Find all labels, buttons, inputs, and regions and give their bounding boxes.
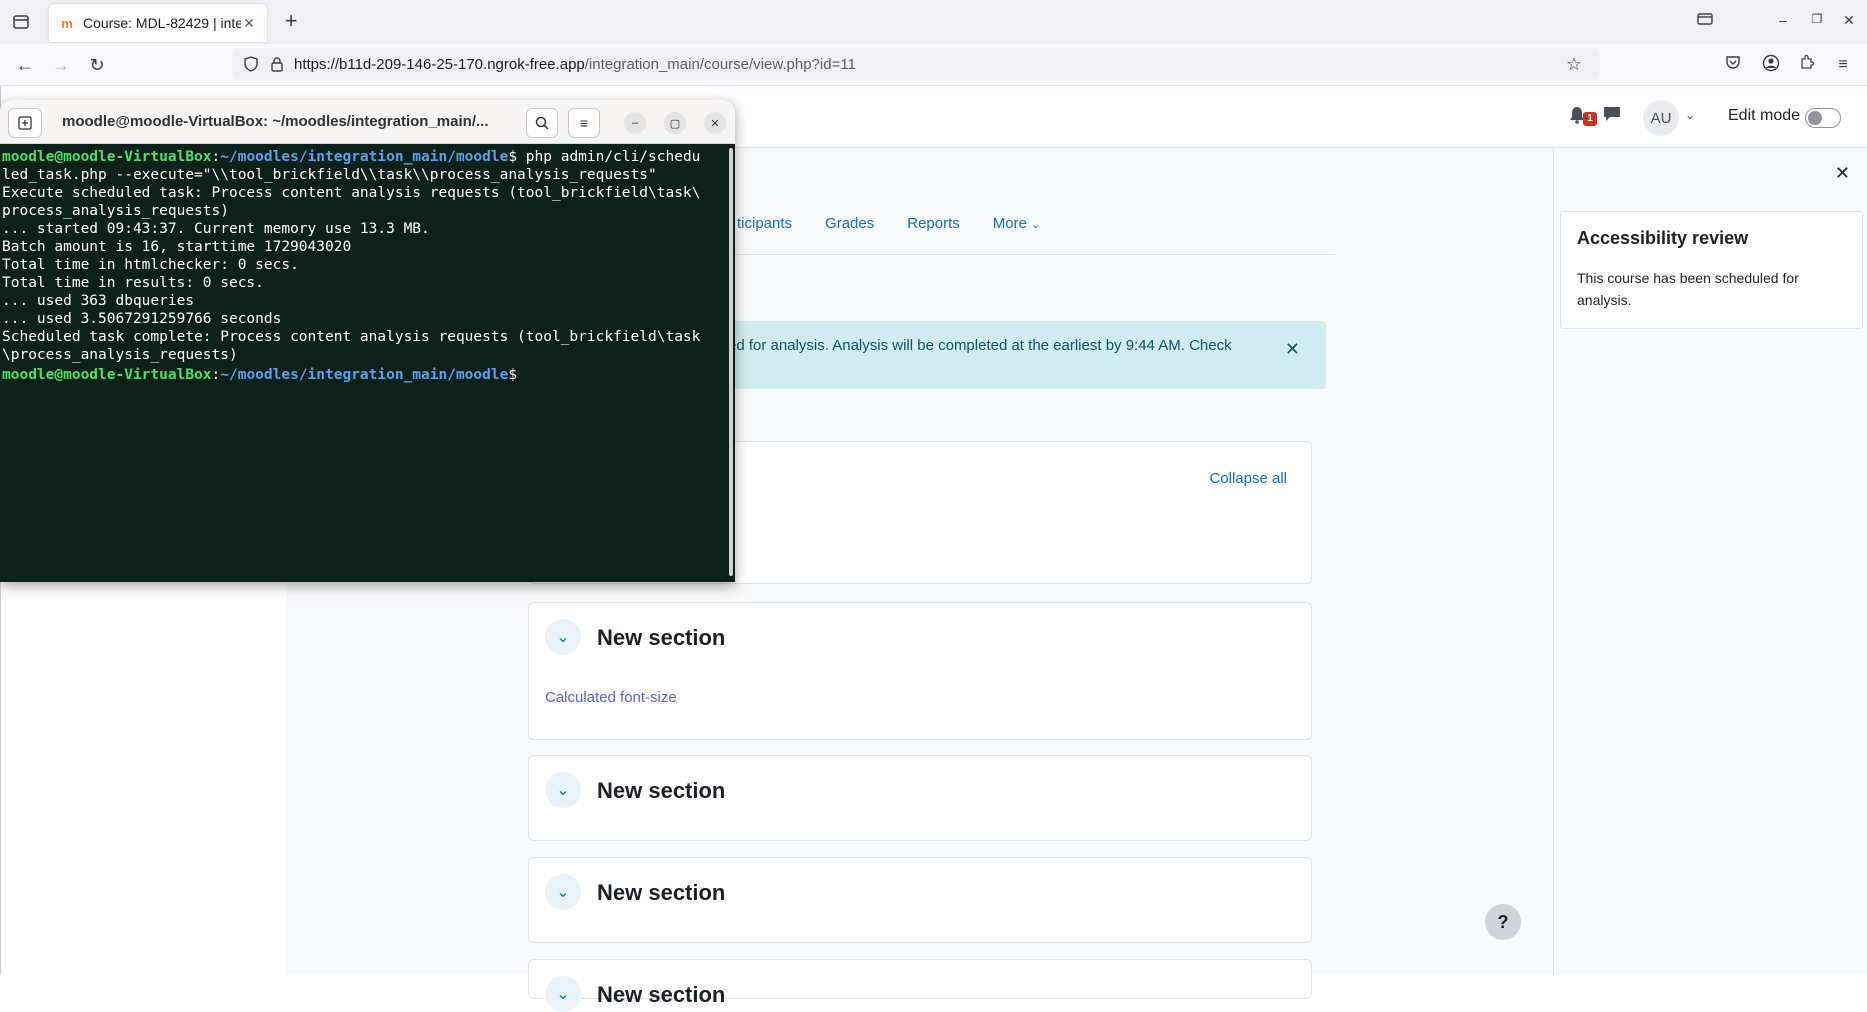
terminal-command: php admin/cli/schedu	[517, 149, 701, 165]
bookmark-star-icon[interactable]: ☆	[1566, 54, 1582, 75]
prompt-user: moodle@moodle-VirtualBox	[2, 367, 212, 383]
terminal-line: Batch amount is 16, starttime 1729043020	[2, 239, 352, 255]
lock-icon[interactable]	[268, 55, 286, 73]
section-collapse-icon[interactable]: ⌄	[545, 874, 581, 910]
terminal-cursor	[517, 364, 519, 379]
tab-overview-icon[interactable]	[1694, 12, 1716, 32]
account-icon[interactable]	[1760, 54, 1782, 76]
terminal-line: process_analysis_requests)	[2, 203, 229, 219]
block-body: This course has been scheduled for analy…	[1577, 270, 1799, 308]
url-bar[interactable]: https://b11d-209-146-25-170.ngrok-free.a…	[232, 48, 1600, 80]
url-path: /integration_main/course/view.php?id=11	[584, 55, 856, 73]
reload-icon[interactable]: ↻	[86, 54, 108, 76]
terminal-close-icon[interactable]: ✕	[704, 112, 726, 134]
right-drawer: ✕ Accessibility review This course has b…	[1553, 149, 1867, 975]
terminal-output[interactable]: moodle@moodle-VirtualBox:~/moodles/integ…	[0, 144, 727, 582]
section-collapse-icon[interactable]: ⌄	[545, 772, 581, 808]
forward-icon[interactable]: →	[50, 54, 72, 76]
collapse-all-link[interactable]: Collapse all	[1209, 470, 1287, 487]
section-title: New section	[597, 778, 726, 803]
section-title: New section	[597, 982, 726, 1007]
terminal-line: Scheduled task complete: Process content…	[2, 329, 701, 345]
section-title: New section	[597, 880, 726, 905]
terminal-titlebar[interactable]: moodle@moodle-VirtualBox: ~/moodles/inte…	[0, 100, 735, 144]
activity-link[interactable]: Calculated font-size	[545, 689, 677, 706]
nav-more-label: More	[992, 215, 1027, 232]
block-heading: Accessibility review	[1577, 228, 1749, 248]
nav-grades[interactable]: Grades	[825, 215, 874, 245]
course-section: ⌄ New section	[528, 857, 1312, 943]
terminal-line: ... started 09:43:37. Current memory use…	[2, 221, 430, 237]
terminal-scrollbar[interactable]	[727, 144, 735, 582]
restore-icon[interactable]: ❐	[1806, 12, 1828, 32]
terminal-prompt-line: moodle@moodle-VirtualBox:~/moodles/integ…	[2, 149, 701, 165]
url-host: https://b11d-209-146-25-170.ngrok-free.a…	[294, 55, 585, 73]
tab-list-icon[interactable]	[10, 12, 32, 32]
prompt-path: ~/moodles/integration_main/moodle	[220, 367, 509, 383]
terminal-menu-icon[interactable]: ≡	[568, 108, 600, 138]
browser-nav-bar: ← → ↻ https://b11d-209-146-25-170.ngrok-…	[0, 44, 1867, 86]
edit-mode-toggle[interactable]	[1805, 108, 1841, 128]
alert-close-icon[interactable]: ✕	[1285, 339, 1300, 360]
moodle-favicon-icon: m	[61, 15, 73, 31]
chevron-down-icon[interactable]: ⌄	[1685, 108, 1695, 122]
terminal-window[interactable]: moodle@moodle-VirtualBox: ~/moodles/inte…	[0, 100, 735, 582]
notification-count-badge: 1	[1583, 112, 1597, 126]
user-avatar[interactable]: AU	[1643, 100, 1679, 136]
terminal-prompt-line: moodle@moodle-VirtualBox:~/moodles/integ…	[2, 364, 725, 384]
terminal-minimize-icon[interactable]: –	[624, 112, 646, 134]
nav-more[interactable]: More ⌄	[993, 215, 1041, 245]
course-section: ⌄ New section Calculated font-size	[528, 602, 1312, 740]
tab-title: Course: MDL-82429 | inte	[83, 15, 241, 31]
terminal-search-icon[interactable]	[526, 108, 558, 138]
tab-close-icon[interactable]: ✕	[241, 15, 257, 32]
browser-tab-bar: m Course: MDL-82429 | inte ✕ + – ❐ ✕	[0, 0, 1867, 44]
edit-mode-label: Edit mode	[1728, 107, 1801, 124]
terminal-title: moodle@moodle-VirtualBox: ~/moodles/inte…	[62, 113, 489, 130]
browser-tab-active[interactable]: m Course: MDL-82429 | inte ✕	[49, 4, 267, 42]
course-secondary-nav: ticipants Grades Reports More ⌄	[737, 215, 1073, 245]
new-tab-icon[interactable]: +	[280, 10, 302, 32]
pocket-icon[interactable]	[1722, 54, 1744, 76]
nav-reports[interactable]: Reports	[907, 215, 960, 245]
terminal-line: led_task.php --execute="\\tool_brickfiel…	[2, 167, 657, 183]
accessibility-review-block: Accessibility review This course has bee…	[1560, 211, 1863, 329]
minimize-icon[interactable]: –	[1772, 12, 1794, 32]
terminal-line: \process_analysis_requests)	[2, 347, 238, 363]
window-close-icon[interactable]: ✕	[1838, 12, 1860, 32]
course-section: ⌄ New section	[528, 959, 1312, 1012]
terminal-line: Execute scheduled task: Process content …	[2, 185, 701, 201]
prompt-user: moodle@moodle-VirtualBox	[2, 149, 212, 165]
terminal-line: ... used 3.5067291259766 seconds	[2, 311, 282, 327]
terminal-line: Total time in results: 0 secs.	[2, 275, 264, 291]
section-title: New section	[597, 625, 726, 650]
shield-icon[interactable]	[242, 55, 260, 73]
section-collapse-icon[interactable]: ⌄	[545, 976, 581, 1012]
app-menu-icon[interactable]: ≡	[1832, 54, 1854, 76]
terminal-line: Total time in htmlchecker: 0 secs.	[2, 257, 299, 273]
messages-icon[interactable]	[1603, 106, 1621, 127]
course-section: ⌄ New section	[528, 755, 1312, 841]
terminal-new-tab-icon[interactable]	[8, 108, 42, 138]
section-collapse-icon[interactable]: ⌄	[545, 619, 581, 655]
chevron-down-icon: ⌄	[1031, 219, 1041, 231]
terminal-line: ... used 363 dbqueries	[2, 293, 195, 309]
terminal-maximize-icon[interactable]: ▢	[664, 112, 686, 134]
extensions-icon[interactable]	[1796, 54, 1818, 76]
drawer-close-icon[interactable]: ✕	[1835, 163, 1850, 184]
prompt-path: ~/moodles/integration_main/moodle	[220, 149, 509, 165]
nav-participants[interactable]: ticipants	[737, 215, 792, 245]
help-button[interactable]: ?	[1485, 904, 1521, 940]
alert-text: ed for analysis. Analysis will be comple…	[728, 337, 1232, 354]
back-icon[interactable]: ←	[14, 54, 36, 76]
